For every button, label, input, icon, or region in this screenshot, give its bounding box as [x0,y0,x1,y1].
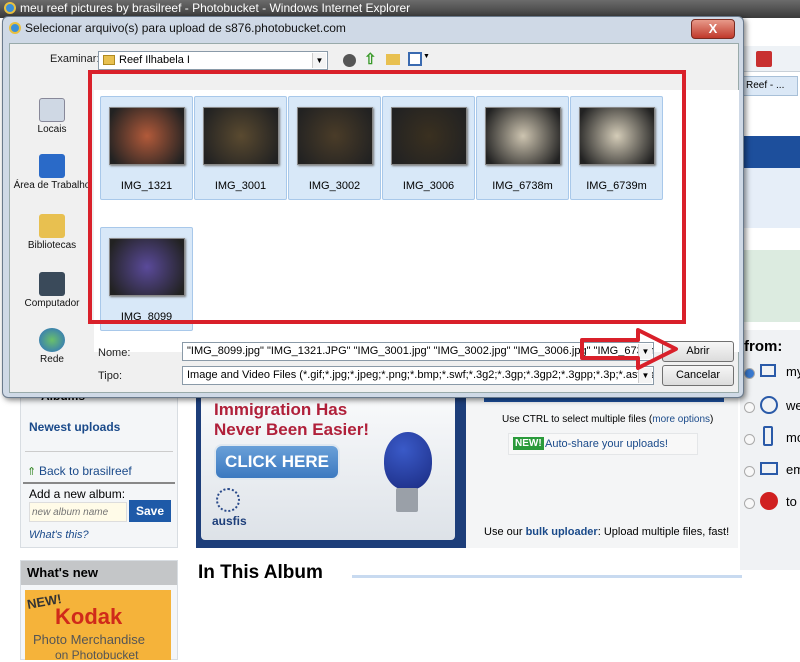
radio[interactable] [744,402,755,413]
autoshare-box[interactable]: NEW! Auto-share your uploads! [508,433,698,455]
autoshare-link[interactable]: Auto-share your uploads! [545,438,668,450]
radio[interactable] [744,434,755,445]
phone-icon [763,426,773,446]
ie-icon [9,22,21,34]
radio[interactable] [744,498,755,509]
whats-this-link[interactable]: What's this? [29,529,89,541]
immigration-ad[interactable]: Immigration Has Never Been Easier! CLICK … [196,390,466,548]
browser-tab[interactable]: Reef - ... [742,76,798,96]
chevron-down-icon[interactable]: ▼ [423,53,430,60]
dialog-title: Selecionar arquivo(s) para upload de s87… [9,21,346,35]
ad-line-1: Immigration Has [214,400,348,419]
view-menu-icon[interactable] [408,52,422,66]
bulk-uploader-text: Use our bulk uploader: Upload multiple f… [484,526,730,538]
bulk-uploader-link[interactable]: bulk uploader [526,526,598,538]
new-badge: NEW! [513,437,544,450]
heading-rule [352,575,742,578]
browser-title: meu reef pictures by brasilreef - Photob… [20,1,411,15]
new-folder-icon[interactable] [386,54,400,65]
ie-icon [4,2,16,14]
ausfis-logo-icon [216,488,240,512]
save-button[interactable]: Save [129,500,171,522]
ctrl-hint: Use CTRL to select multiple files (more … [502,414,714,425]
from-label: from: [744,338,783,355]
add-album-label: Add a new album: [29,487,126,501]
divider [25,451,173,452]
header-bar [740,136,800,168]
notice-panel [740,250,800,322]
network-icon [39,328,65,352]
look-in-label: Examinar: [50,53,100,65]
click-here-button[interactable]: CLICK HERE [214,444,340,480]
recent-icon [39,98,65,122]
kodak-subtitle-2: on Photobucket [55,648,139,662]
globe-icon [760,396,778,414]
kodak-ad[interactable]: NEW! Kodak Photo Merchandise on Photobuc… [25,590,171,662]
up-folder-icon[interactable]: ⇧ [364,50,377,68]
whats-new-heading: What's new [21,561,177,585]
ad-brand: ausfis [212,514,247,528]
ad-headline: Immigration Has Never Been Easier! [214,400,369,440]
close-button[interactable]: X [691,19,735,39]
more-options-link[interactable]: more options [652,414,710,425]
browser-background: Reef - ... from: [740,18,800,570]
newest-uploads-link[interactable]: Newest uploads [29,420,120,434]
chevron-down-icon[interactable]: ▼ [638,368,652,383]
kodak-logo: Kodak [55,604,123,629]
libraries-icon [39,214,65,238]
webpage: Albums Newest uploads ⇑ Back to brasilre… [0,388,742,662]
kodak-subtitle: Photo Merchandise [33,632,146,647]
ad-line-2: Never Been Easier! [214,420,369,439]
radio[interactable] [744,466,755,477]
chevron-down-icon[interactable]: ▼ [312,53,326,68]
upload-panel: Use CTRL to select multiple files (more … [466,390,738,548]
folder-icon [103,55,115,66]
place-desktop[interactable]: Área de Trabalho [10,154,94,191]
place-computer[interactable]: Computador [10,272,94,309]
albums-box: Albums Newest uploads ⇑ Back to brasilre… [20,388,178,548]
places-bar: Locais Área de Trabalho Bibliotecas Comp… [10,90,94,370]
album-name-input[interactable] [29,502,127,522]
whats-new-box: What's new NEW! Kodak Photo Merchandise … [20,560,178,662]
bulb-base [396,488,418,512]
in-this-album-heading: In This Album [198,562,323,583]
ask-icon [760,492,778,510]
file-type-label: Tipo: [98,370,123,382]
safety-icon[interactable] [756,51,772,67]
computer-icon [39,272,65,296]
back-icon[interactable] [343,54,356,67]
place-libraries[interactable]: Bibliotecas [10,214,94,251]
look-in-combo[interactable]: Reef Ilhabela I ▼ [98,51,328,70]
place-network[interactable]: Rede [10,328,94,365]
radio-selected[interactable] [744,368,755,379]
place-recent[interactable]: Locais [10,98,94,135]
back-link[interactable]: Back to brasilreef [39,464,132,478]
computer-icon [760,364,776,377]
envelope-icon [760,462,778,475]
lightbulb-icon [384,432,432,490]
desktop-icon [39,154,65,178]
header-panel [740,168,800,228]
back-arrow-icon: ⇑ [27,466,37,478]
toolbar [740,46,800,72]
red-arrow-annotation [580,328,678,370]
selection-highlight-box [88,70,686,324]
divider [23,482,175,484]
file-name-label: Nome: [98,347,131,359]
